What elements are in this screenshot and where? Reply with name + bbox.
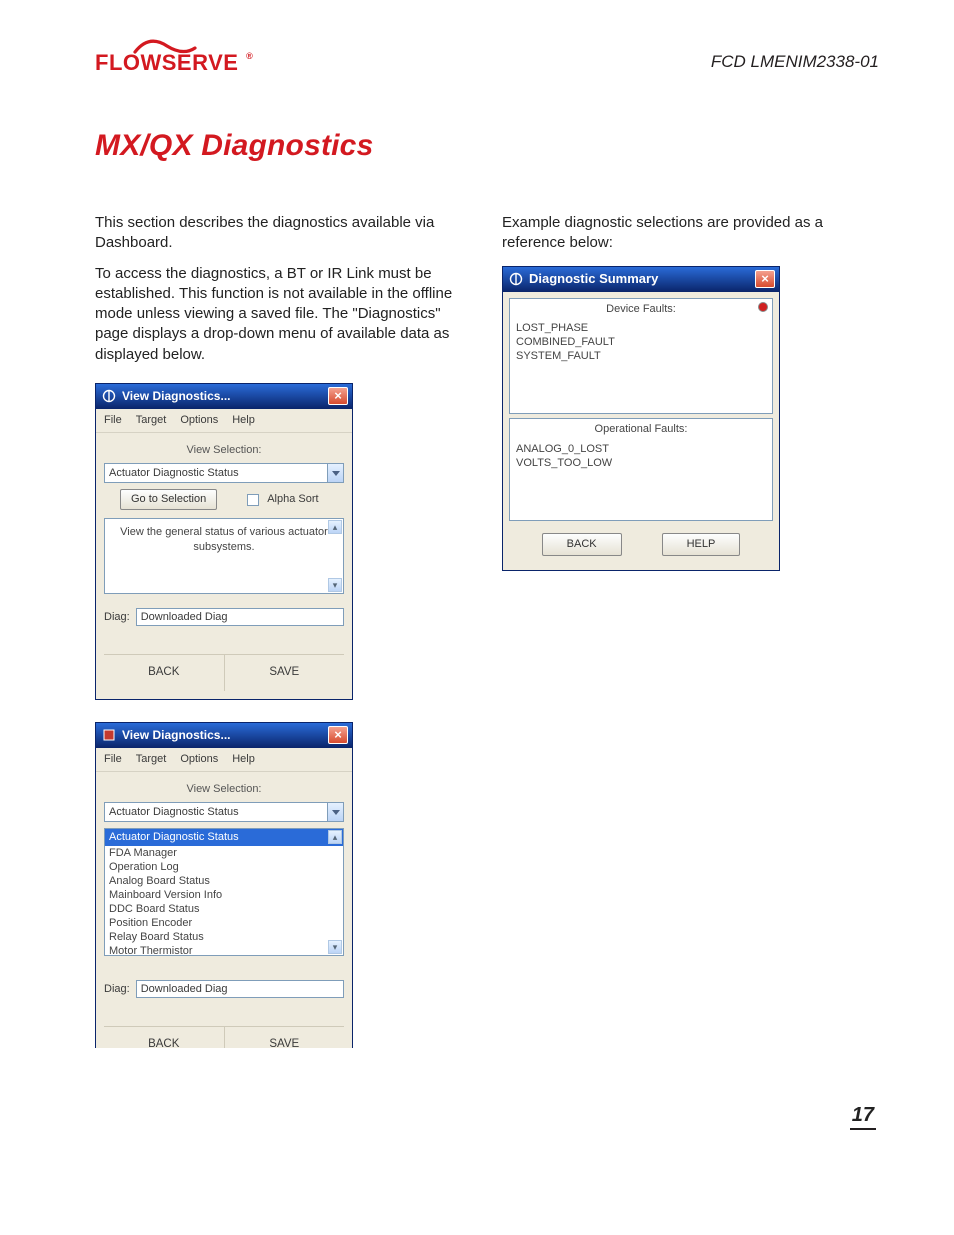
scroll-down-icon[interactable]: ▾	[328, 940, 342, 954]
combo-value: Actuator Diagnostic Status	[105, 464, 327, 482]
list-item[interactable]: Position Encoder	[105, 916, 343, 930]
diag-field[interactable]: Downloaded Diag	[136, 980, 344, 998]
alpha-sort-checkbox[interactable]	[247, 494, 259, 506]
list-item[interactable]: FDA Manager	[105, 846, 343, 860]
page-number: 17	[850, 1104, 876, 1130]
view-selection-combo[interactable]: Actuator Diagnostic Status	[104, 463, 344, 483]
close-icon[interactable]: ×	[755, 270, 775, 288]
menu-target[interactable]: Target	[136, 752, 167, 767]
combo-value: Actuator Diagnostic Status	[105, 803, 327, 821]
save-button[interactable]: SAVE	[224, 1027, 345, 1047]
diag-label: Diag:	[104, 610, 130, 625]
diagnostic-summary-window: Diagnostic Summary × Device Faults: LOST…	[502, 266, 780, 572]
view-selection-label: View Selection:	[104, 443, 344, 458]
list-item[interactable]: Relay Board Status	[105, 930, 343, 944]
page-title: MX/QX Diagnostics	[95, 129, 879, 163]
list-item[interactable]: Motor Thermistor	[105, 944, 343, 956]
menu-options[interactable]: Options	[180, 413, 218, 428]
operational-faults-list: ANALOG_0_LOST VOLTS_TOO_LOW	[510, 440, 772, 520]
close-icon[interactable]: ×	[328, 726, 348, 744]
help-button[interactable]: HELP	[662, 533, 741, 556]
list-item: SYSTEM_FAULT	[516, 349, 766, 363]
right-paragraph: Example diagnostic selections are provid…	[502, 213, 879, 254]
status-led-icon	[758, 302, 768, 312]
operational-faults-label: Operational Faults:	[595, 423, 688, 435]
app-icon	[102, 389, 116, 403]
scroll-down-icon[interactable]: ▾	[328, 578, 342, 592]
device-faults-label: Device Faults:	[606, 303, 676, 315]
list-item[interactable]: Analog Board Status	[105, 874, 343, 888]
close-icon[interactable]: ×	[328, 387, 348, 405]
scroll-up-icon[interactable]: ▴	[328, 520, 342, 534]
alpha-sort-label: Alpha Sort	[267, 492, 318, 507]
menubar: File Target Options Help	[96, 748, 352, 772]
list-item-selected[interactable]: Actuator Diagnostic Status	[105, 829, 343, 846]
device-faults-list: LOST_PHASE COMBINED_FAULT SYSTEM_FAULT	[510, 319, 772, 413]
intro-paragraph-2: To access the diagnostics, a BT or IR Li…	[95, 264, 472, 365]
save-button[interactable]: SAVE	[224, 655, 345, 691]
document-id: FCD LMENIM2338-01	[711, 52, 879, 72]
menu-help[interactable]: Help	[232, 752, 255, 767]
chevron-down-icon[interactable]	[327, 464, 343, 482]
list-item: ANALOG_0_LOST	[516, 442, 766, 456]
list-item: COMBINED_FAULT	[516, 335, 766, 349]
description-box: View the general status of various actua…	[104, 518, 344, 594]
back-button[interactable]: BACK	[104, 1027, 224, 1047]
scroll-up-icon[interactable]: ▴	[328, 830, 342, 844]
go-to-selection-button[interactable]: Go to Selection	[120, 489, 217, 510]
menu-target[interactable]: Target	[136, 413, 167, 428]
view-selection-label: View Selection:	[104, 782, 344, 797]
app-icon	[102, 728, 116, 742]
view-selection-combo[interactable]: Actuator Diagnostic Status	[104, 802, 344, 822]
menu-file[interactable]: File	[104, 752, 122, 767]
diag-label: Diag:	[104, 982, 130, 997]
menu-help[interactable]: Help	[232, 413, 255, 428]
window-title: Diagnostic Summary	[529, 270, 755, 288]
back-button[interactable]: BACK	[542, 533, 622, 556]
list-item[interactable]: Operation Log	[105, 860, 343, 874]
app-icon	[509, 272, 523, 286]
selection-listbox[interactable]: Actuator Diagnostic Status FDA Manager O…	[104, 828, 344, 956]
window-title: View Diagnostics...	[122, 727, 328, 743]
diag-field[interactable]: Downloaded Diag	[136, 608, 344, 626]
chevron-down-icon[interactable]	[327, 803, 343, 821]
window-title: View Diagnostics...	[122, 388, 328, 404]
menu-options[interactable]: Options	[180, 752, 218, 767]
menubar: File Target Options Help	[96, 409, 352, 433]
intro-paragraph-1: This section describes the diagnostics a…	[95, 213, 472, 254]
flowserve-logo: FLOWSERVE ®	[95, 40, 253, 74]
list-item[interactable]: Mainboard Version Info	[105, 888, 343, 902]
menu-file[interactable]: File	[104, 413, 122, 428]
view-diagnostics-window-2: View Diagnostics... × File Target Option…	[95, 722, 353, 1048]
list-item[interactable]: DDC Board Status	[105, 902, 343, 916]
list-item: LOST_PHASE	[516, 321, 766, 335]
list-item: VOLTS_TOO_LOW	[516, 456, 766, 470]
back-button[interactable]: BACK	[104, 655, 224, 691]
view-diagnostics-window-1: View Diagnostics... × File Target Option…	[95, 383, 353, 700]
